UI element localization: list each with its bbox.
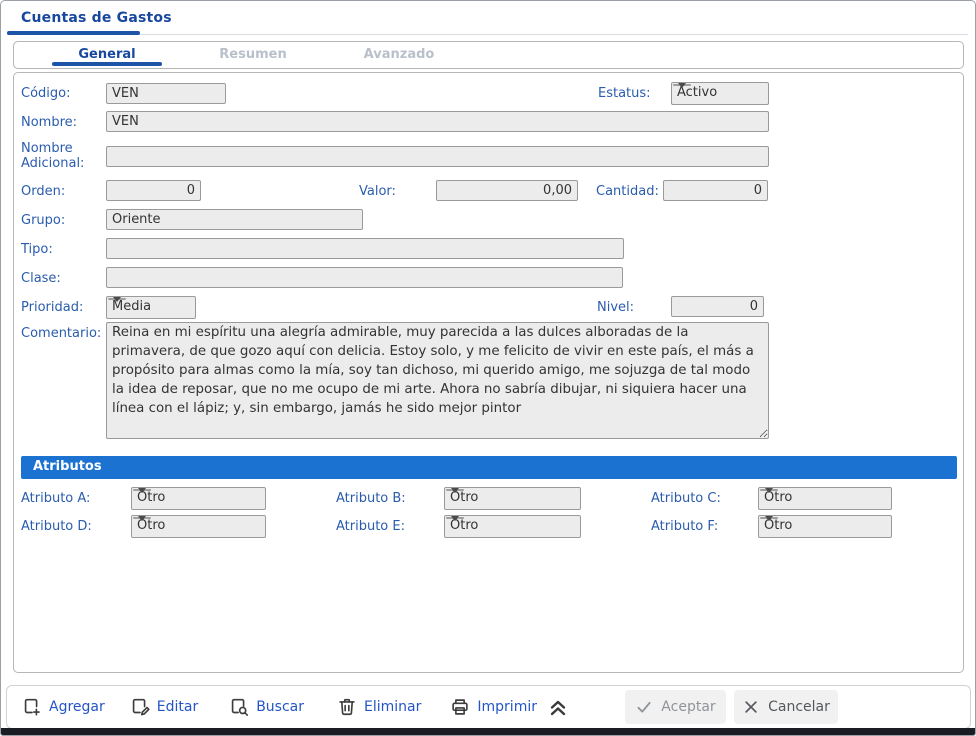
atributo-c-select[interactable]: Otro [758, 487, 892, 510]
buscar-label: Buscar [256, 699, 305, 715]
aceptar-button[interactable]: Aceptar [624, 690, 726, 724]
orden-label: Orden: [21, 184, 66, 199]
general-tab-panel: Código: Estatus: Activo Nombre: Nombre A… [13, 72, 964, 673]
chevron-down-icon [451, 487, 459, 493]
tab-avanzado[interactable]: Avanzado [326, 42, 472, 68]
page-title: Cuentas de Gastos [21, 10, 172, 26]
chevron-down-icon [765, 487, 773, 493]
atributo-d-dropdown-button[interactable] [133, 515, 151, 521]
trash-icon [339, 698, 355, 716]
prioridad-select[interactable]: Media [106, 296, 196, 319]
atributo-b-dropdown-button[interactable] [446, 487, 464, 493]
atributo-b-label: Atributo B: [336, 491, 406, 506]
editar-label: Editar [156, 699, 199, 715]
tipo-input[interactable] [106, 238, 624, 259]
atributo-d-select[interactable]: Otro [131, 515, 266, 538]
cantidad-label: Cantidad: [596, 184, 659, 199]
atributo-f-select[interactable]: Otro [758, 515, 892, 538]
cantidad-input[interactable] [663, 180, 768, 201]
nombre-input[interactable] [106, 111, 769, 132]
atributo-a-label: Atributo A: [21, 491, 91, 506]
add-document-icon [24, 698, 40, 716]
atributo-c-label: Atributo C: [651, 491, 721, 506]
cuentas-de-gastos-window: Cuentas de Gastos General Resumen Avanza… [0, 0, 976, 736]
nombre-adicional-input[interactable] [106, 146, 769, 167]
comentario-textarea[interactable]: Reina en mi espíritu una alegría admirab… [106, 322, 769, 439]
check-icon [637, 701, 651, 713]
atributo-e-dropdown-button[interactable] [446, 515, 464, 521]
estatus-dropdown-button[interactable] [673, 82, 691, 88]
nombre-adicional-label: Nombre Adicional: [21, 141, 85, 171]
action-toolbar: Agregar Editar Buscar Eliminar Imprimir … [6, 685, 971, 729]
edit-document-icon [132, 698, 150, 716]
grupo-label: Grupo: [21, 213, 66, 228]
chevron-down-icon [138, 515, 146, 521]
tab-resumen-label: Resumen [219, 47, 287, 62]
aceptar-label: Aceptar [661, 699, 716, 715]
chevron-down-icon [113, 296, 121, 302]
atributo-b-select[interactable]: Otro [444, 487, 581, 510]
tab-bar: General Resumen Avanzado [13, 41, 964, 69]
buscar-button[interactable]: Buscar [228, 696, 304, 718]
clase-input[interactable] [106, 267, 623, 288]
title-divider [7, 34, 968, 35]
comentario-label: Comentario: [21, 326, 102, 341]
close-icon [745, 701, 757, 713]
agregar-button[interactable]: Agregar [21, 696, 105, 718]
atributo-d-label: Atributo D: [21, 519, 92, 534]
chevron-down-icon [138, 487, 146, 493]
atributo-e-label: Atributo E: [336, 519, 405, 534]
clase-label: Clase: [21, 271, 61, 286]
atributo-e-select[interactable]: Otro [444, 515, 581, 538]
codigo-input[interactable] [106, 83, 226, 104]
estatus-label: Estatus: [598, 86, 651, 101]
chevron-down-icon [678, 82, 686, 88]
double-chevron-up-icon[interactable] [545, 696, 571, 718]
tab-general[interactable]: General [34, 42, 180, 68]
chevron-down-icon [451, 515, 459, 521]
title-accent-underline [7, 31, 140, 35]
orden-input[interactable] [106, 180, 201, 201]
tab-resumen[interactable]: Resumen [180, 42, 326, 68]
printer-icon [452, 699, 469, 715]
agregar-label: Agregar [49, 699, 105, 715]
cancelar-button[interactable]: Cancelar [733, 690, 838, 724]
codigo-label: Código: [21, 86, 71, 101]
prioridad-label: Prioridad: [21, 300, 84, 315]
nombre-label: Nombre: [21, 115, 78, 130]
atributos-section-header: Atributos [21, 456, 957, 479]
nivel-input[interactable] [671, 296, 764, 317]
prioridad-dropdown-button[interactable] [108, 296, 126, 302]
grupo-input[interactable] [106, 209, 363, 230]
search-document-icon [231, 698, 249, 716]
valor-input[interactable] [436, 180, 578, 201]
atributo-c-dropdown-button[interactable] [760, 487, 778, 493]
estatus-select[interactable]: Activo [671, 82, 769, 105]
imprimir-label: Imprimir [477, 699, 537, 715]
eliminar-button[interactable]: Eliminar [336, 696, 421, 718]
tab-general-label: General [78, 47, 136, 62]
imprimir-button[interactable]: Imprimir [449, 696, 537, 718]
atributo-a-select[interactable]: Otro [131, 487, 266, 510]
tipo-label: Tipo: [21, 242, 53, 257]
eliminar-label: Eliminar [364, 699, 422, 715]
active-tab-underline [52, 62, 162, 66]
tab-avanzado-label: Avanzado [363, 47, 435, 62]
window-bottom-edge [1, 728, 975, 735]
cancelar-label: Cancelar [768, 699, 830, 715]
nivel-label: Nivel: [597, 300, 635, 315]
atributo-f-dropdown-button[interactable] [760, 515, 778, 521]
valor-label: Valor: [359, 184, 396, 199]
editar-button[interactable]: Editar [129, 696, 198, 718]
atributo-a-dropdown-button[interactable] [133, 487, 151, 493]
chevron-down-icon [765, 515, 773, 521]
atributo-f-label: Atributo F: [651, 519, 719, 534]
